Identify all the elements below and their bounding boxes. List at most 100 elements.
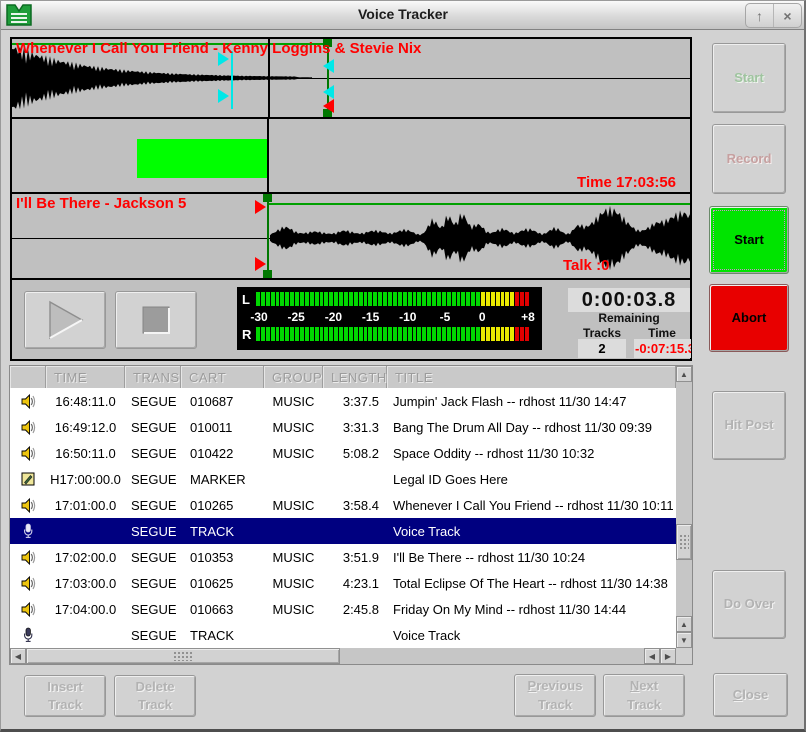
log-header-time[interactable]: TIME [46, 366, 125, 388]
insert-track-button[interactable]: InsertTrack [24, 675, 106, 717]
start-next-label: Start [734, 231, 764, 249]
deck2-centerline [12, 238, 690, 239]
speaker-icon [10, 497, 46, 514]
log-cell-group: MUSIC [264, 576, 323, 591]
log-cell-title: Space Oddity -- rdhost 11/30 10:32 [387, 446, 676, 461]
log-row[interactable]: H17:00:00.0SEGUEMARKERLegal ID Goes Here [10, 466, 676, 492]
log-cell-trans: SEGUE [125, 498, 181, 513]
previous-track-button[interactable]: PreviousTrack [514, 674, 596, 717]
log-header-title[interactable]: TITLE [387, 366, 676, 388]
log-cell-group: MUSIC [264, 602, 323, 617]
next-track-button[interactable]: NextTrack [603, 674, 685, 717]
log-cell-trans: SEGUE [125, 420, 181, 435]
deck2-fade-line [268, 203, 690, 205]
track-waveform-panel[interactable]: Time 17:03:56 [12, 119, 690, 194]
log-header-icon[interactable] [10, 366, 46, 388]
log-header-cart[interactable]: CART [181, 366, 264, 388]
log-cell-time: 16:49:12.0 [46, 420, 125, 435]
delete-track-label: DeleteTrack [135, 678, 174, 714]
play-button[interactable] [24, 291, 106, 349]
log-cell-length: 3:58.4 [323, 498, 387, 513]
log-cell-length: 4:23.1 [323, 576, 387, 591]
log-row[interactable]: 17:01:00.0SEGUE010265MUSIC3:58.4Whenever… [10, 492, 676, 518]
log-row[interactable]: SEGUETRACKVoice Track [10, 622, 676, 648]
log-cell-time: 16:50:11.0 [46, 446, 125, 461]
voice-track-region[interactable] [137, 139, 268, 178]
deck2-start-marker-line[interactable] [267, 194, 269, 278]
deck1-red-end-marker[interactable] [323, 99, 334, 113]
deck1-title: Whenever I Call You Friend - Kenny Loggi… [16, 40, 421, 57]
scroll-left-button-2[interactable]: ◀ [644, 648, 660, 664]
log-cell-cart: 010422 [181, 446, 264, 461]
deck1-waveform-panel[interactable]: Whenever I Call You Friend - Kenny Loggi… [12, 39, 690, 119]
record-button[interactable]: Record [712, 124, 786, 194]
vertical-scrollbar-thumb[interactable] [676, 524, 692, 560]
window-title: Voice Tracker [0, 6, 806, 22]
scroll-up-button-2[interactable]: ▲ [676, 616, 692, 632]
deck2-title: I'll Be There - Jackson 5 [16, 195, 186, 212]
log-cell-title: Voice Track [387, 628, 676, 643]
log-header-trans[interactable]: TRANS [125, 366, 181, 388]
start-next-button[interactable]: Start [709, 206, 789, 274]
speaker-icon [10, 601, 46, 618]
log-cell-time: 17:01:00.0 [46, 498, 125, 513]
horizontal-scrollbar-thumb[interactable] [26, 648, 340, 664]
log-cell-trans: SEGUE [125, 628, 181, 643]
deck1-cyan-marker-bottom[interactable] [218, 89, 229, 103]
horizontal-scrollbar[interactable]: ◀ ◀ ▶ [10, 648, 692, 664]
vu-scale-tick: -25 [288, 310, 305, 324]
deck2-start-handle-bottom[interactable] [263, 270, 272, 278]
log-cell-title: I'll Be There -- rdhost 11/30 10:24 [387, 550, 676, 565]
insert-track-label: InsertTrack [47, 678, 82, 714]
remaining-time-value: -0:07:15.3 [634, 339, 691, 358]
vu-scale-tick: 0 [479, 310, 486, 324]
abort-button[interactable]: Abort [709, 284, 789, 352]
log-cell-length: 2:45.8 [323, 602, 387, 617]
log-row[interactable]: 16:48:11.0SEGUE010687MUSIC3:37.5Jumpin' … [10, 388, 676, 414]
scroll-down-button[interactable]: ▼ [676, 632, 692, 648]
log-cell-length: 3:51.9 [323, 550, 387, 565]
log-row[interactable]: 17:03:00.0SEGUE010625MUSIC4:23.1Total Ec… [10, 570, 676, 596]
log-cell-group: MUSIC [264, 446, 323, 461]
close-window-button[interactable]: × [773, 4, 801, 27]
scrollbar-corner [676, 648, 692, 664]
log-cell-title: Whenever I Call You Friend -- rdhost 11/… [387, 498, 676, 513]
log-row[interactable]: 16:49:12.0SEGUE010011MUSIC3:31.3Bang The… [10, 414, 676, 440]
start-previous-button[interactable]: Start [712, 43, 786, 113]
deck1-cyan-marker-line[interactable] [231, 51, 233, 109]
shade-window-button[interactable]: ↑ [746, 4, 773, 27]
log-header-length[interactable]: LENGTH [323, 366, 387, 388]
deck1-cyan-end-marker-top[interactable] [323, 59, 334, 73]
log-cell-title: Legal ID Goes Here [387, 472, 676, 487]
talk-readout: Talk :0 [563, 257, 609, 274]
track-playhead-line [267, 119, 269, 192]
log-cell-time: 17:03:00.0 [46, 576, 125, 591]
log-cell-trans: SEGUE [125, 602, 181, 617]
stop-icon [136, 300, 176, 340]
scroll-up-button[interactable]: ▲ [676, 366, 692, 382]
log-row[interactable]: 17:02:00.0SEGUE010353MUSIC3:51.9I'll Be … [10, 544, 676, 570]
log-row[interactable]: 16:50:11.0SEGUE010422MUSIC5:08.2Space Od… [10, 440, 676, 466]
log-cell-cart: 010663 [181, 602, 264, 617]
deck2-red-marker-bottom[interactable] [255, 257, 266, 271]
microphone-icon [10, 627, 46, 643]
close-button[interactable]: Close [713, 673, 788, 717]
remaining-tracks-label: Tracks [578, 326, 626, 340]
log-cell-title: Jumpin' Jack Flash -- rdhost 11/30 14:47 [387, 394, 676, 409]
hit-post-button[interactable]: Hit Post [712, 391, 786, 460]
scroll-right-button[interactable]: ▶ [660, 648, 676, 664]
stop-button[interactable] [115, 291, 197, 349]
do-over-button[interactable]: Do Over [712, 570, 786, 639]
log-row-selected[interactable]: SEGUETRACKVoice Track [10, 518, 676, 544]
log-cell-trans: SEGUE [125, 472, 181, 487]
log-cell-cart: 010687 [181, 394, 264, 409]
vertical-scrollbar[interactable]: ▲ ▲ ▼ [676, 366, 692, 648]
delete-track-button[interactable]: DeleteTrack [114, 675, 196, 717]
deck2-red-marker-top[interactable] [255, 200, 266, 214]
scroll-left-button[interactable]: ◀ [10, 648, 26, 664]
log-row[interactable]: 17:04:00.0SEGUE010663MUSIC2:45.8Friday O… [10, 596, 676, 622]
time-readout: Time 17:03:56 [577, 174, 676, 191]
deck1-cyan-end-marker-bottom[interactable] [323, 85, 334, 99]
log-header-group[interactable]: GROUP [264, 366, 323, 388]
deck2-waveform-panel[interactable]: I'll Be There - Jackson 5 Talk :0 [12, 194, 690, 280]
